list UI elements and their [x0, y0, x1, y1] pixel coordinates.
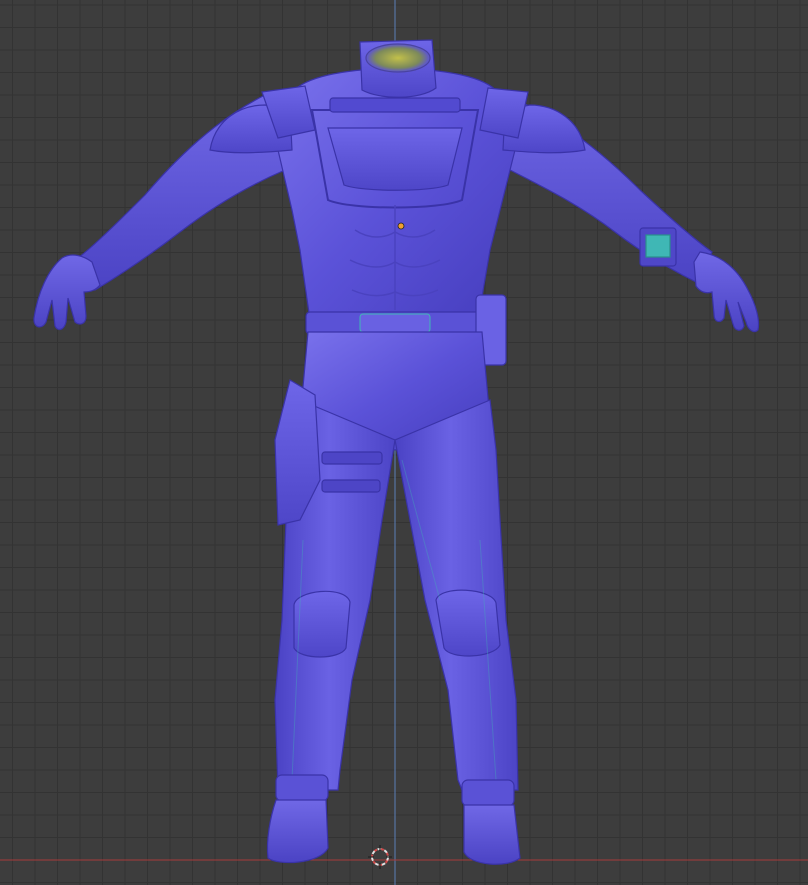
origin-point-icon[interactable] [397, 222, 405, 230]
belt-buckle [359, 313, 431, 333]
left-ankle-cuff [275, 774, 329, 802]
wrist-device-screen [645, 234, 671, 258]
left-boot [266, 799, 329, 864]
left-glove [33, 254, 101, 331]
right-ankle-cuff [461, 779, 515, 807]
chest-plate [327, 127, 463, 191]
left-knee-pad [293, 590, 351, 658]
collar-opening [365, 43, 431, 73]
right-boot [463, 804, 521, 865]
3d-cursor-icon[interactable] [368, 845, 392, 869]
character-mesh[interactable] [33, 39, 760, 865]
3d-viewport[interactable] [0, 0, 808, 885]
chest-upper-strap [329, 97, 461, 113]
right-knee-pad [435, 589, 501, 657]
viewport-canvas[interactable] [0, 0, 808, 885]
